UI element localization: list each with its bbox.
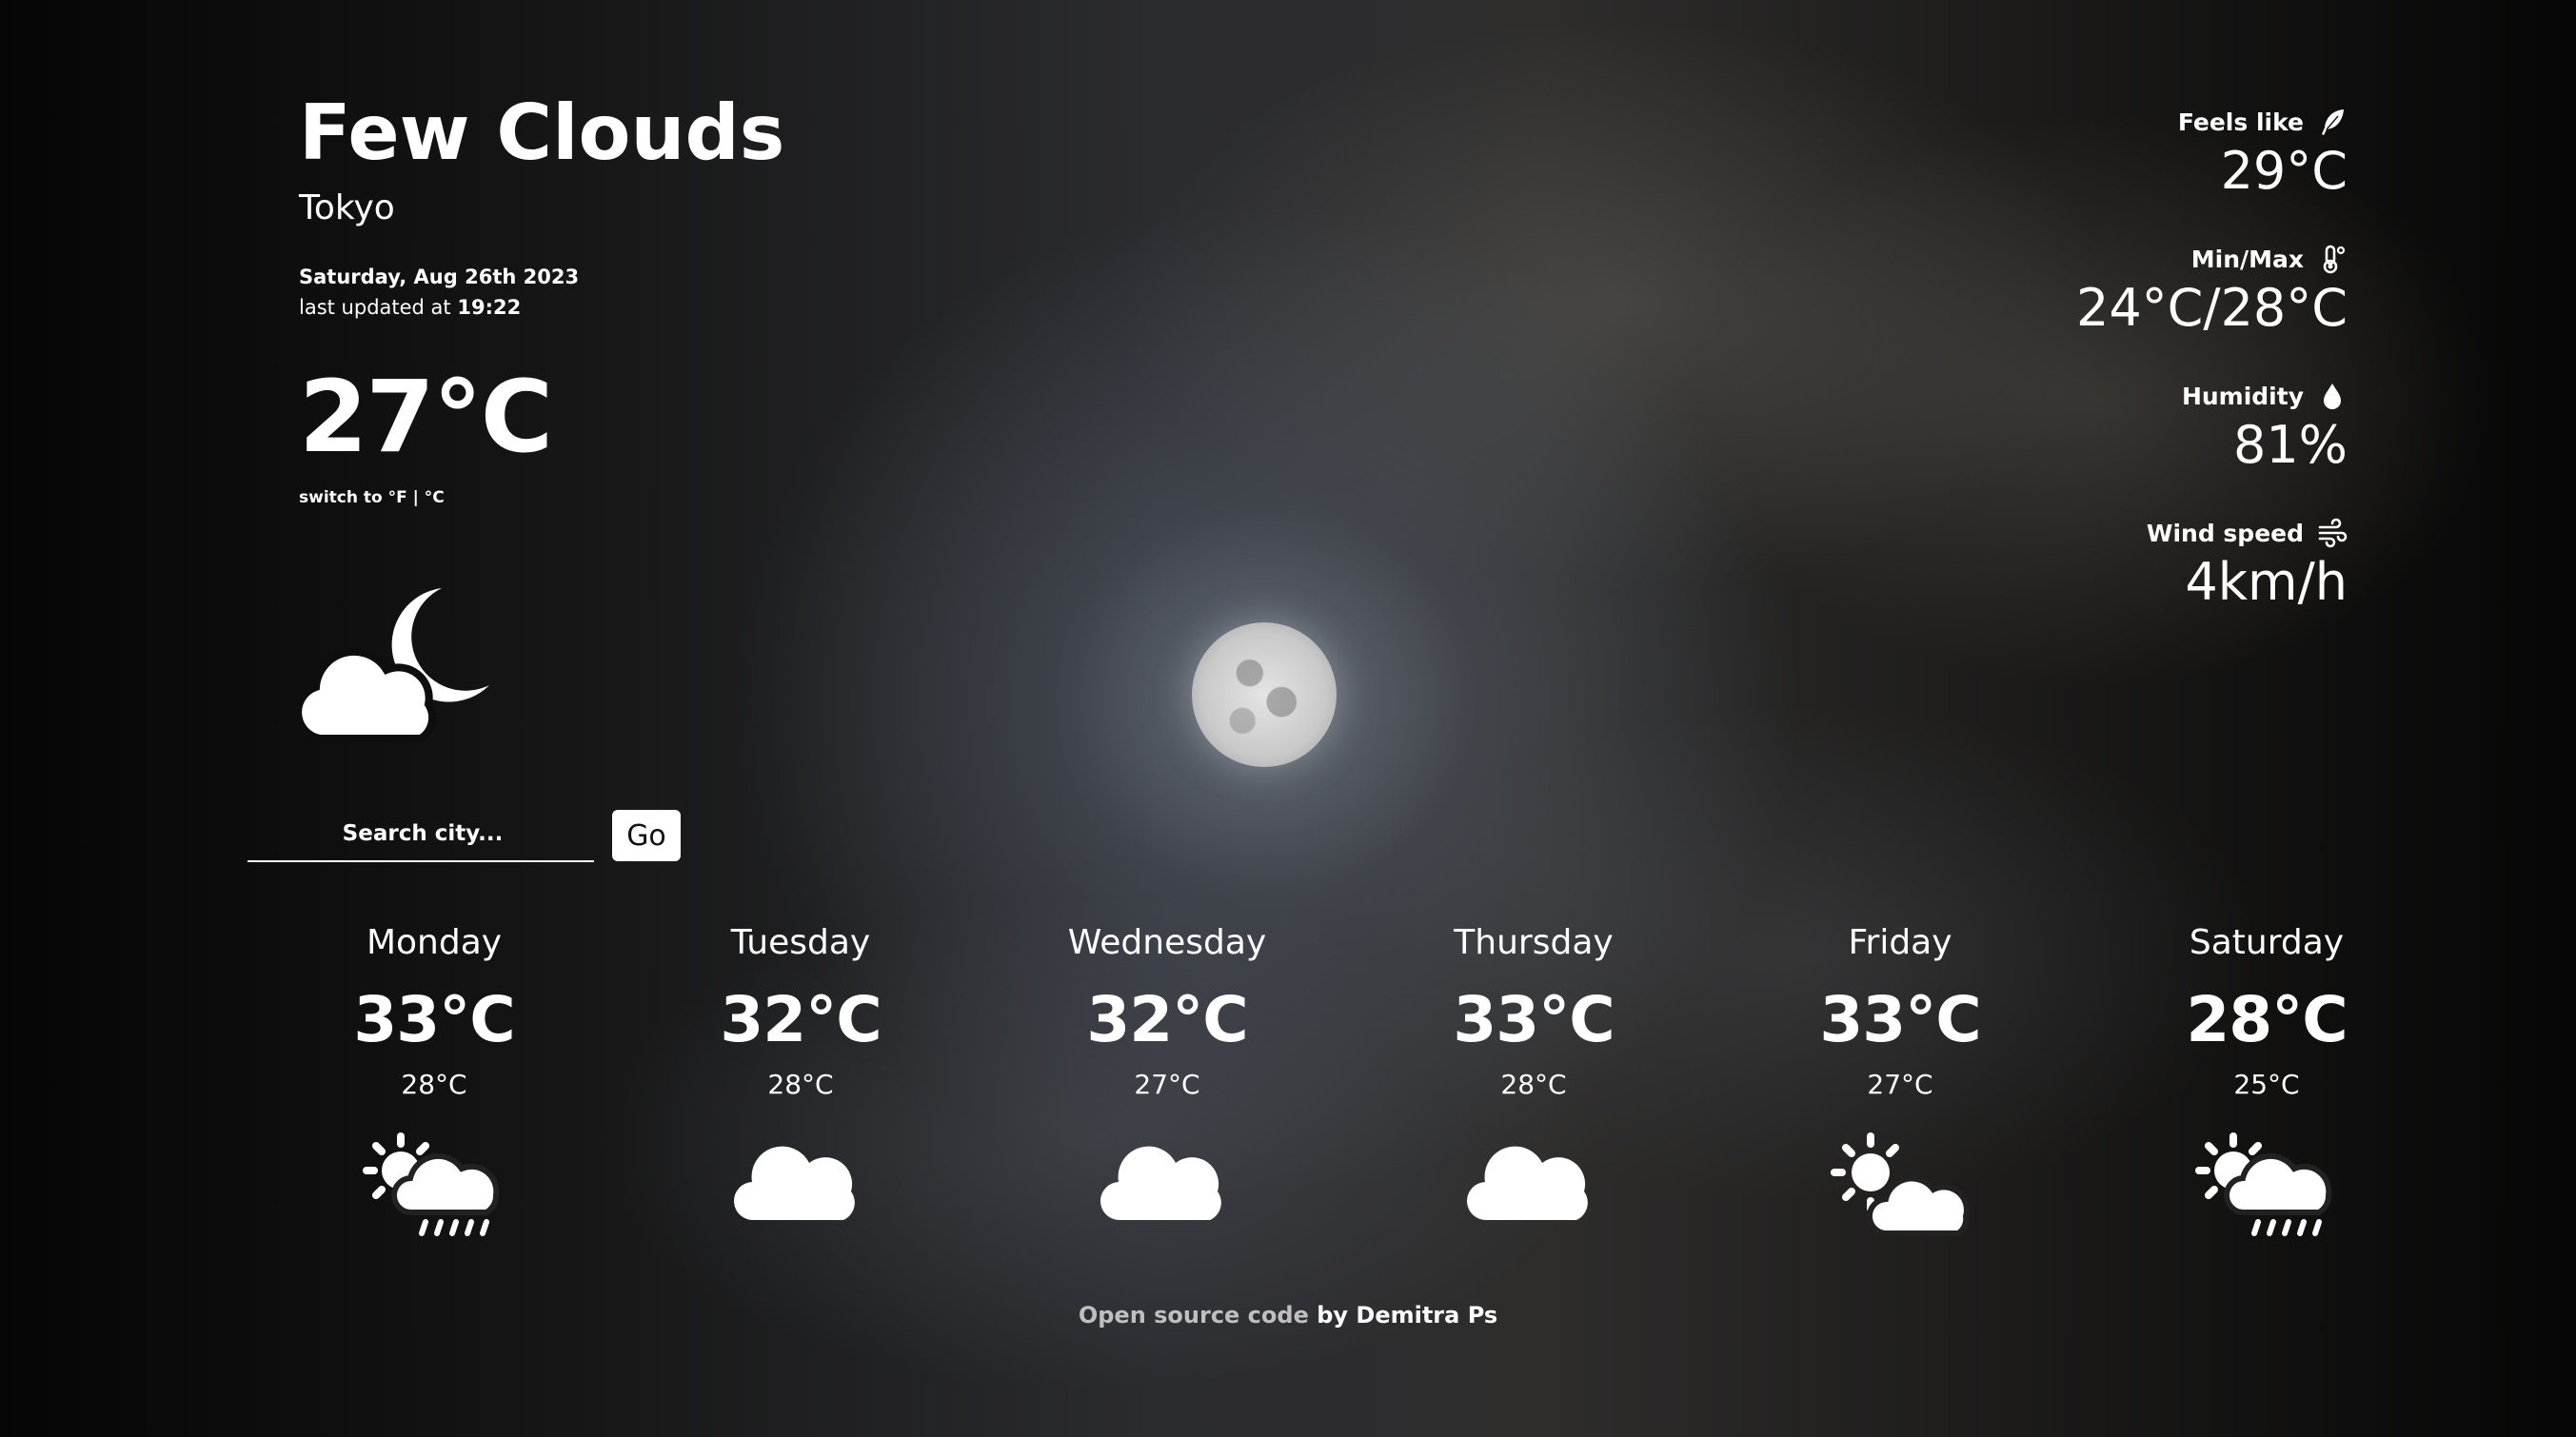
stat-wind-label-row: Wind speed: [1853, 516, 2348, 550]
forecast-day-name: Thursday: [1454, 923, 1614, 962]
stat-feels-like-label: Feels like: [2177, 108, 2304, 136]
stat-min-max-label-row: Min/Max: [1853, 242, 2348, 276]
thermometer-icon: [2323, 245, 2346, 274]
forecast-min-temp: 27°C: [1867, 1069, 1933, 1100]
footer: Open source code by Demitra Ps: [0, 1302, 2576, 1329]
feather-icon: [2322, 109, 2344, 135]
date-text: Saturday, Aug 26th 2023: [299, 266, 580, 288]
last-updated: last updated at 19:22: [299, 296, 965, 319]
search-box: [248, 807, 598, 862]
current-temperature: 27°C: [299, 359, 553, 475]
city-name: Tokyo: [299, 188, 395, 227]
sun-cloud-rain-icon: [2195, 1132, 2332, 1236]
droplet-icon: [2324, 384, 2341, 409]
unit-switch-label: switch to: [299, 488, 383, 507]
source-code-link[interactable]: Open source code: [1079, 1302, 1309, 1329]
author-credit: by Demitra Ps: [1317, 1302, 1498, 1329]
stat-wind-label: Wind speed: [2146, 519, 2304, 547]
forecast-day-wednesday: Wednesday 32°C 27°C: [996, 919, 1338, 1243]
stat-wind-value: 4km/h: [2185, 552, 2348, 612]
stat-feels-like: Feels like 29°C: [1853, 105, 2348, 202]
forecast-min-temp: 28°C: [1500, 1069, 1567, 1100]
forecast-max-temp: 32°C: [720, 983, 882, 1056]
stat-humidity-label: Humidity: [2181, 382, 2304, 410]
weather-stats: Feels like 29°C Min/Max 24°C/28°C Humidi…: [1853, 105, 2348, 653]
stat-min-max-label: Min/Max: [2190, 245, 2304, 273]
current-weather: Few Clouds Tokyo Saturday, Aug 26th 2023…: [299, 88, 965, 507]
sun-cloud-icon: [1831, 1132, 1970, 1237]
forecast-day-friday: Friday 33°C 27°C: [1729, 919, 2071, 1243]
forecast-day-thursday: Thursday 33°C 28°C: [1362, 919, 1705, 1243]
forecast-list: Monday 33°C 28°C Tuesday 32°C 28°C Wedne…: [263, 919, 2348, 1262]
stat-feels-like-value: 29°C: [2220, 141, 2348, 201]
forecast-min-temp: 25°C: [2233, 1069, 2300, 1100]
cloud-icon: [733, 1146, 855, 1221]
stat-humidity-label-row: Humidity: [1853, 379, 2348, 413]
forecast-min-temp: 28°C: [401, 1069, 467, 1100]
unit-separator: |: [412, 488, 419, 507]
background-moon: [1192, 622, 1337, 767]
sun-cloud-rain-icon: [363, 1132, 500, 1236]
switch-fahrenheit-link[interactable]: °F: [388, 488, 407, 507]
last-updated-time: 19:22: [457, 296, 522, 319]
condition-title: Few Clouds: [299, 89, 785, 177]
forecast-max-temp: 33°C: [1819, 983, 1981, 1056]
forecast-day-name: Monday: [366, 923, 503, 962]
forecast-max-temp: 32°C: [1086, 983, 1248, 1056]
search-input[interactable]: [248, 807, 598, 860]
forecast-day-tuesday: Tuesday 32°C 28°C: [629, 919, 972, 1243]
stat-humidity: Humidity 81%: [1853, 379, 2348, 476]
unit-switch: switch to °F | °C: [299, 488, 965, 507]
cloud-icon: [1466, 1146, 1588, 1221]
forecast-max-temp: 28°C: [2186, 983, 2348, 1056]
stat-min-max: Min/Max 24°C/28°C: [1853, 242, 2348, 339]
forecast-min-temp: 28°C: [767, 1069, 834, 1100]
cloud-icon: [1100, 1146, 1221, 1221]
last-updated-label: last updated at: [299, 296, 451, 319]
forecast-max-temp: 33°C: [1453, 983, 1615, 1056]
switch-celsius-link[interactable]: °C: [425, 488, 445, 507]
cloud-moon-icon: [299, 588, 489, 742]
stat-min-max-value: 24°C/28°C: [2075, 278, 2348, 338]
stat-wind-speed: Wind speed 4km/h: [1853, 516, 2348, 613]
forecast-min-temp: 27°C: [1134, 1069, 1200, 1100]
forecast-day-name: Wednesday: [1067, 923, 1267, 962]
stat-feels-like-label-row: Feels like: [1853, 105, 2348, 139]
forecast-day-name: Saturday: [2189, 923, 2345, 962]
forecast-day-monday: Monday 33°C 28°C: [263, 919, 605, 1243]
forecast-day-saturday: Saturday 28°C 25°C: [2095, 919, 2438, 1243]
stat-humidity-value: 81%: [2232, 415, 2348, 475]
go-button[interactable]: Go: [612, 810, 681, 861]
forecast-max-temp: 33°C: [353, 983, 515, 1056]
forecast-day-name: Friday: [1848, 923, 1952, 962]
wind-icon: [2318, 518, 2348, 548]
forecast-day-name: Tuesday: [730, 923, 871, 962]
